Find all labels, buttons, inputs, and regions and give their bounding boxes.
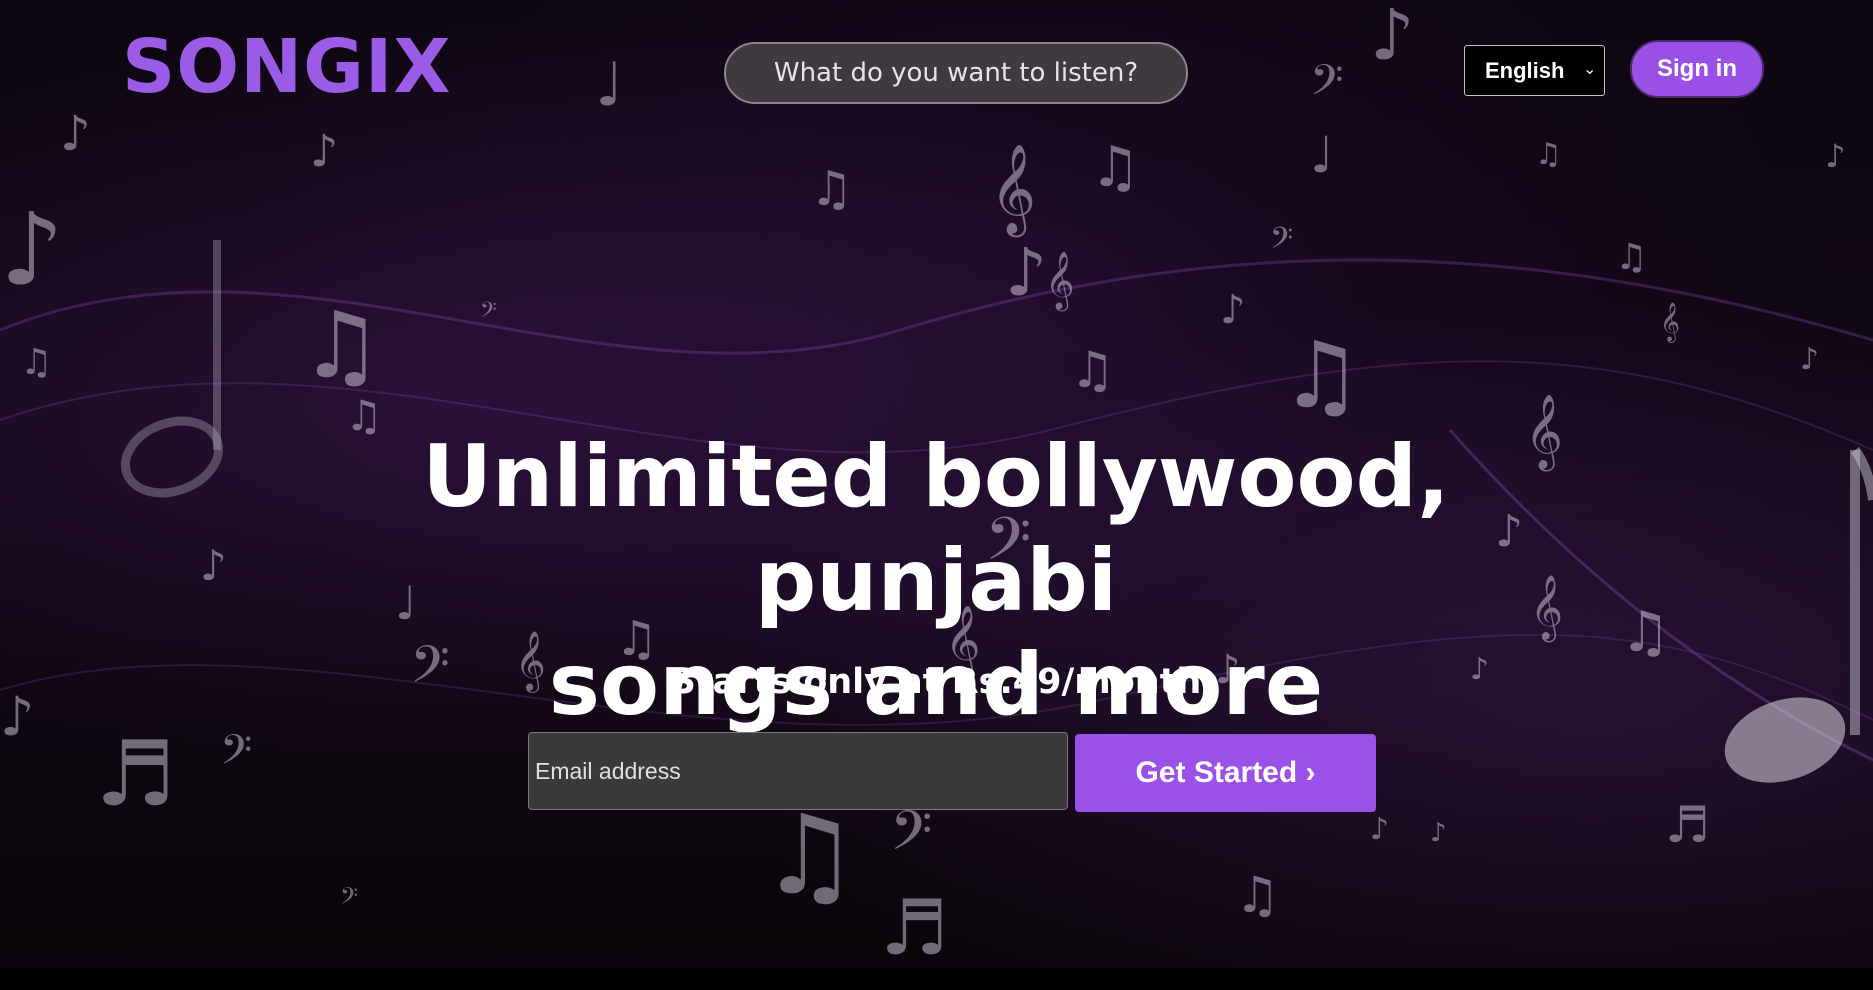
music-note-icon: ♫ <box>1070 341 1115 399</box>
music-note-icon: ♪ <box>1370 812 1390 847</box>
music-note-icon: ♪ <box>200 541 227 590</box>
music-note-icon: ♪ <box>1220 287 1246 333</box>
pricing-subtitle: Starts only at Rs.49/month <box>670 662 1202 702</box>
bass-clef-icon: 𝄢 <box>1310 56 1344 116</box>
music-note-icon: ♫ <box>300 292 383 399</box>
music-note-icon: ♪ <box>310 126 339 177</box>
bass-clef-icon: 𝄢 <box>1270 222 1294 263</box>
music-note-icon: ♫ <box>810 161 854 217</box>
music-note-icon: ♩ <box>1310 126 1334 184</box>
music-note-icon: ♪ <box>1825 137 1846 175</box>
signin-button[interactable]: Sign in <box>1630 40 1764 98</box>
treble-clef-icon: 𝄞 <box>990 144 1037 234</box>
get-started-button[interactable]: Get Started › <box>1075 734 1376 812</box>
bass-clef-icon: 𝄢 <box>890 799 933 876</box>
music-note-icon: ♪ <box>0 191 64 308</box>
music-note-icon: ♫ <box>1280 322 1363 429</box>
search-input[interactable] <box>724 42 1188 104</box>
music-note-icon: ♬ <box>1665 796 1710 854</box>
music-note-icon: ♪ <box>1005 234 1048 311</box>
email-field[interactable] <box>528 732 1068 810</box>
hero-heading-line-1: Unlimited bollywood, punjabi <box>422 427 1450 631</box>
music-note-icon: ♬ <box>95 722 176 827</box>
site-logo[interactable]: SONGIX <box>122 24 451 110</box>
music-note-icon: ♬ <box>880 883 949 972</box>
music-note-icon: ♫ <box>760 791 859 919</box>
music-note-icon: ♫ <box>1615 237 1648 278</box>
treble-clef-icon: 𝄞 <box>1660 302 1681 342</box>
music-note-icon: ♫ <box>1235 866 1280 924</box>
bass-clef-icon: 𝄢 <box>480 298 497 328</box>
page-footer-strip <box>0 968 1873 990</box>
music-note-icon: ♫ <box>1535 137 1562 172</box>
music-note-icon: ♪ <box>0 685 35 748</box>
bass-clef-icon: 𝄢 <box>220 726 253 784</box>
music-note-icon: ♫ <box>20 342 53 383</box>
music-note-icon: ♪ <box>1370 0 1415 76</box>
bass-clef-icon: 𝄢 <box>340 882 359 915</box>
language-select[interactable]: English <box>1464 45 1605 96</box>
music-note-icon: ♪ <box>1800 342 1820 377</box>
music-note-icon: ♩ <box>595 50 624 120</box>
treble-clef-icon: 𝄞 <box>1045 251 1075 309</box>
landing-page: ♪ ♪ ♩ ♫ 𝄞 ♫ 𝄢 ♪ ♩ ♫ ♪ ♪ ♫ ♫ ♫ ♪ 𝄞 ♪ ♫ ♫ … <box>0 0 1873 990</box>
music-note-icon: ♪ <box>1430 818 1447 848</box>
music-note-icon: ♪ <box>60 106 91 162</box>
music-note-icon: ♫ <box>1090 135 1141 200</box>
